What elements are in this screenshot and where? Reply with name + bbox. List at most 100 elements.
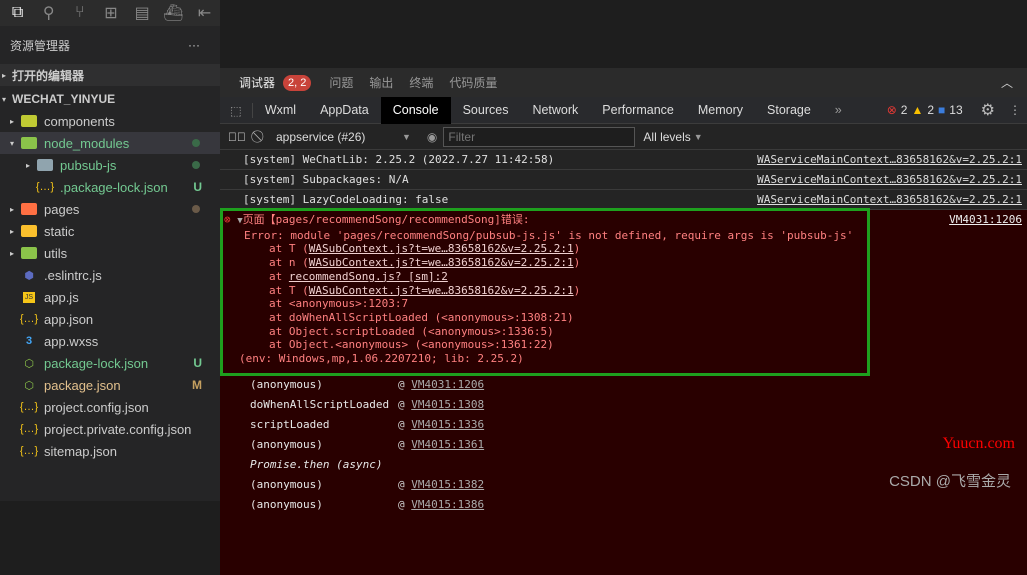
tab-memory[interactable]: Memory: [686, 97, 755, 124]
log-source-link[interactable]: WAServiceMainContext…83658162&v=2.25.2:1: [757, 190, 1022, 209]
tree-item[interactable]: 3 app.wxss: [0, 330, 220, 352]
git-status-badge: M: [192, 378, 202, 392]
stack-source-link[interactable]: VM4031:1206: [411, 375, 484, 395]
dropdown-arrow-icon[interactable]: ▼: [402, 132, 411, 142]
context-select[interactable]: appservice (#26): [276, 130, 402, 144]
kebab-menu-icon[interactable]: ⋮: [1009, 103, 1021, 117]
docker-icon[interactable]: ⛴: [158, 3, 189, 23]
json-file-icon: {…}: [19, 445, 39, 457]
error-count[interactable]: 2: [901, 103, 908, 117]
warning-icon: ▲: [911, 103, 924, 117]
info-count[interactable]: 13: [949, 103, 962, 117]
tree-item[interactable]: ▸ pubsub-js: [0, 154, 220, 176]
tree-item[interactable]: ▾ node_modules: [0, 132, 220, 154]
stack-source-link[interactable]: VM4015:1308: [411, 395, 484, 415]
tree-item-label: components: [44, 113, 115, 129]
log-source-link[interactable]: WAServiceMainContext…83658162&v=2.25.2:1: [757, 150, 1022, 169]
more-tabs-button[interactable]: »: [823, 97, 854, 124]
console-toolbar: ▶⃞ ⃠ appservice (#26) ▼ ◉ All levels ▼: [220, 124, 1027, 150]
tree-item[interactable]: ▸ components: [0, 110, 220, 132]
stack-function: Promise.then (async): [250, 458, 383, 471]
chevron-right-icon[interactable]: ▸: [6, 205, 18, 214]
collapse-icon[interactable]: ⇤: [189, 3, 220, 23]
tree-item[interactable]: {…} app.json: [0, 308, 220, 330]
tab-sources[interactable]: Sources: [451, 97, 521, 124]
tree-item[interactable]: ⬢ .eslintrc.js: [0, 264, 220, 286]
tree-item[interactable]: ⬡ package.json M: [0, 374, 220, 396]
trace-link[interactable]: WASubContext.js?t=we…83658162&v=2.25.2:1: [309, 256, 574, 269]
tab-debugger[interactable]: 调试器: [239, 68, 276, 98]
chevron-down-icon[interactable]: ▾: [6, 139, 18, 148]
tree-item[interactable]: JS app.js: [0, 286, 220, 308]
database-icon[interactable]: ▤: [127, 3, 158, 23]
trace-link[interactable]: WASubContext.js?t=we…83658162&v=2.25.2:1: [309, 284, 574, 297]
trace-line: at n (WASubContext.js?t=we…83658162&v=2.…: [224, 256, 1022, 270]
chevron-up-icon[interactable]: ︿: [1001, 74, 1013, 91]
folder-icon: [18, 203, 40, 215]
git-status-badge: U: [193, 356, 202, 370]
gear-icon[interactable]: ⚙: [981, 100, 995, 120]
stack-function: doWhenAllScriptLoaded: [250, 398, 390, 411]
json-file-icon: {…}: [19, 423, 39, 435]
node-file-icon: ⬡: [24, 357, 34, 370]
tab-terminal[interactable]: 终端: [409, 74, 433, 91]
tree-item-label: utils: [44, 245, 68, 261]
watermark: CSDN @飞雪金灵: [889, 473, 1011, 490]
source-control-icon[interactable]: ⑂: [64, 4, 95, 22]
tree-item-label: sitemap.json: [44, 443, 117, 459]
trace-link[interactable]: WASubContext.js?t=we…83658162&v=2.25.2:1: [309, 242, 574, 255]
tree-item[interactable]: {…} sitemap.json: [0, 440, 220, 462]
project-section[interactable]: ▾ WECHAT_YINYUE: [0, 88, 220, 110]
tree-item[interactable]: {…} .package-lock.json U: [0, 176, 220, 198]
tab-wxml[interactable]: Wxml: [253, 97, 308, 124]
status-dot: [192, 139, 200, 147]
search-icon[interactable]: ⚲: [33, 3, 64, 23]
chevron-right-icon[interactable]: ▸: [6, 249, 18, 258]
tree-item[interactable]: {…} project.private.config.json: [0, 418, 220, 440]
warning-count[interactable]: 2: [927, 103, 934, 117]
more-actions-button[interactable]: ···: [188, 38, 200, 52]
tab-performance[interactable]: Performance: [590, 97, 686, 124]
git-status-badge: U: [193, 180, 202, 194]
stack-source-link[interactable]: VM4015:1382: [411, 475, 484, 495]
tab-problems[interactable]: 问题: [329, 74, 353, 91]
extensions-icon[interactable]: ⊞: [95, 3, 126, 23]
stack-source-link[interactable]: VM4015:1361: [411, 435, 484, 455]
stack-frame: (anonymous) @ VM4015:1386: [220, 495, 1027, 515]
chevron-right-icon[interactable]: ▸: [22, 161, 34, 170]
error-source-link[interactable]: VM4031:1206: [949, 213, 1022, 227]
trace-link[interactable]: recommendSong.js? [sm]:2: [289, 270, 448, 283]
sidebar-toggle-icon[interactable]: ▶⃞: [228, 130, 246, 144]
tree-item[interactable]: {…} project.config.json: [0, 396, 220, 418]
tab-console[interactable]: Console: [380, 96, 451, 124]
trace-text: ): [573, 283, 581, 297]
log-source-link[interactable]: WAServiceMainContext…83658162&v=2.25.2:1: [757, 170, 1022, 189]
open-editors-label: 打开的编辑器: [12, 68, 85, 83]
explorer-icon[interactable]: ⧉: [2, 4, 33, 22]
filter-input[interactable]: [443, 126, 636, 147]
chevron-right-icon[interactable]: ▸: [6, 227, 18, 236]
chevron-right-icon: ▸: [2, 70, 7, 80]
at-symbol: @: [398, 378, 412, 391]
eye-icon[interactable]: ◉: [427, 130, 437, 144]
tree-item-label: package-lock.json: [44, 355, 149, 371]
dropdown-arrow-icon[interactable]: ▼: [694, 132, 703, 142]
tree-item[interactable]: ▸ pages: [0, 198, 220, 220]
tree-item[interactable]: ▸ static: [0, 220, 220, 242]
tree-item-label: pages: [44, 201, 80, 217]
tab-storage[interactable]: Storage: [755, 97, 823, 124]
open-editors-section[interactable]: ▸ 打开的编辑器: [0, 64, 220, 86]
tab-output[interactable]: 输出: [369, 74, 393, 91]
log-levels-select[interactable]: All levels: [643, 130, 690, 144]
stack-source-link[interactable]: VM4015:1386: [411, 495, 484, 515]
tree-item[interactable]: ▸ utils: [0, 242, 220, 264]
inspect-element-icon[interactable]: ⬚: [220, 102, 253, 118]
error-message: ⊗ ▼页面【pages/recommendSong/recommendSong]…: [220, 210, 1027, 375]
chevron-right-icon[interactable]: ▸: [6, 117, 18, 126]
stack-source-link[interactable]: VM4015:1336: [411, 415, 484, 435]
chevron-down-icon: ▾: [2, 94, 7, 104]
tab-network[interactable]: Network: [520, 97, 590, 124]
tree-item[interactable]: ⬡ package-lock.json U: [0, 352, 220, 374]
tab-appdata[interactable]: AppData: [308, 97, 381, 124]
tab-code-quality[interactable]: 代码质量: [449, 74, 497, 91]
